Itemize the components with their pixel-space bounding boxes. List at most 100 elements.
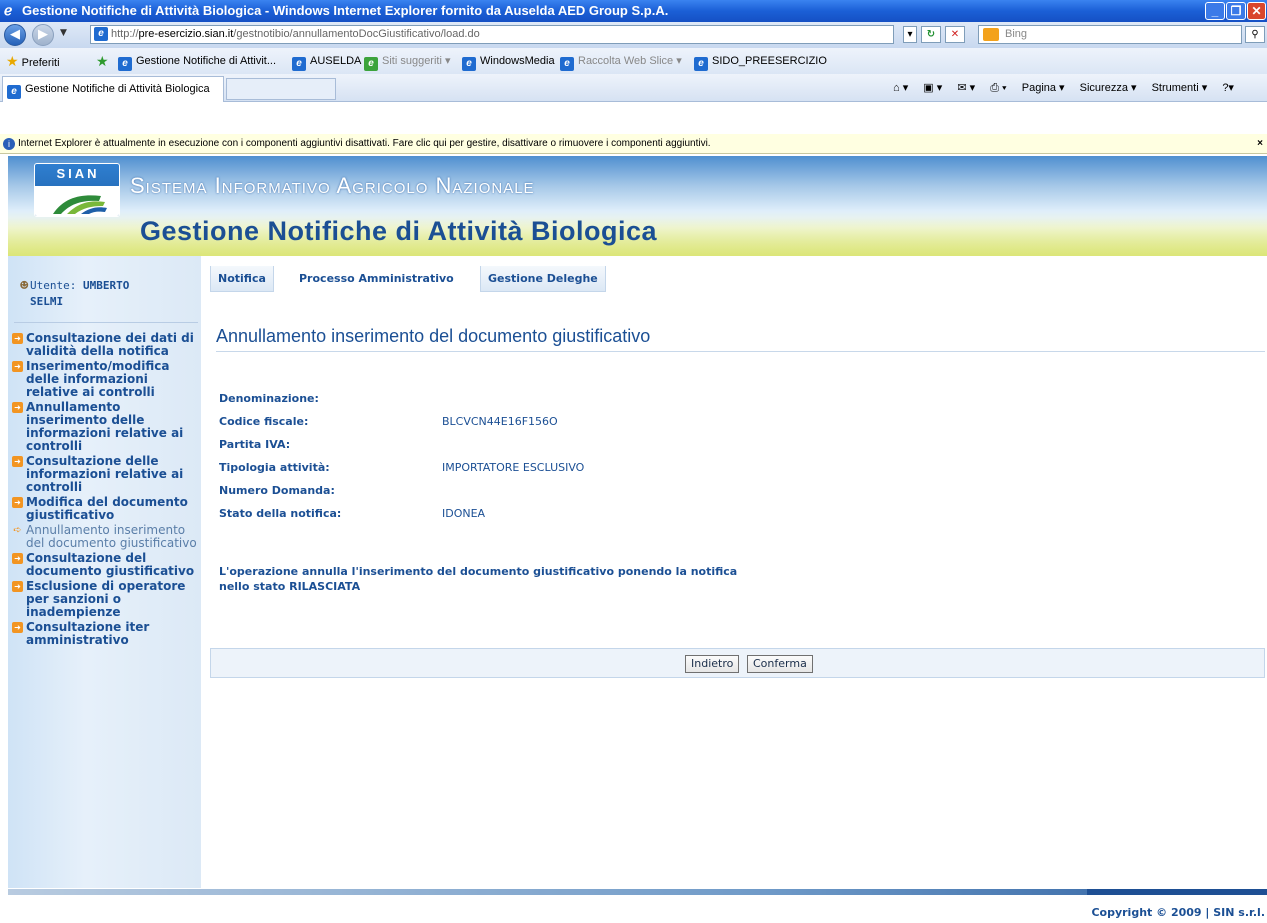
menu-item-label: Consultazione delle informazioni relativ…	[26, 454, 184, 494]
page-ie-icon: e	[94, 27, 108, 41]
ie-page-icon: e	[694, 57, 708, 71]
arrow-right-icon: ➜	[12, 456, 23, 467]
operation-note: L'operazione annulla l'inserimento del d…	[219, 565, 738, 593]
menu-item-iter-amministrativo[interactable]: ➜ Consultazione iter amministrativo	[12, 621, 201, 647]
mail-icon[interactable]: ✉ ▾	[957, 82, 975, 94]
back-button[interactable]: Indietro	[685, 655, 740, 673]
url-field[interactable]: e http://pre-esercizio.sian.it/gestnotib…	[90, 25, 894, 44]
field-label: Tipologia attività:	[219, 461, 330, 474]
user-name-last: SELMI	[30, 295, 64, 308]
menu-item-consultazione-dati[interactable]: ➜ Consultazione dei dati di validità dell…	[12, 332, 201, 358]
field-row-tipologia-attivita: Tipologia attività: IMPORTATORE ESCLUSIVO	[219, 458, 819, 478]
field-row-partita-iva: Partita IVA:	[219, 435, 819, 455]
menu-item-label: Annullamento inserimento delle informazi…	[26, 400, 184, 453]
url-domain: pre-esercizio.sian.it	[138, 28, 234, 40]
field-value: BLCVCN44E16F156O	[442, 415, 558, 428]
divider	[14, 322, 198, 323]
add-favorite-icon[interactable]: ★	[96, 48, 109, 74]
arrow-right-icon: ➜	[12, 402, 23, 413]
back-nav-button[interactable]: ◀	[4, 24, 26, 46]
ie-page-icon: e	[118, 57, 132, 71]
print-icon[interactable]: ⎙ ▾	[990, 82, 1006, 94]
minimize-button[interactable]: _	[1205, 2, 1225, 20]
arrow-right-icon: ➜	[12, 361, 23, 372]
menu-item-consultazione-documento[interactable]: ➜ Consultazione del documento giustificat…	[12, 552, 201, 578]
field-row-denominazione: Denominazione:	[219, 389, 819, 409]
user-info: ☻ Utente: UMBERTO SELMI	[20, 278, 200, 310]
web-page: SIAN Sistema Informativo Agricolo Nazion…	[8, 156, 1267, 923]
sian-logo: SIAN	[34, 163, 120, 217]
refresh-icon[interactable]: ↻	[921, 26, 941, 43]
command-bar: ⌂ ▾ ▣ ▾ ✉ ▾ ⎙ ▾ Pagina ▾ Sicurezza ▾ Str…	[893, 74, 1246, 102]
favorites-button[interactable]: ★ Preferiti	[6, 48, 60, 76]
menu-item-label: Consultazione iter amministrativo	[26, 620, 150, 647]
fav-item-web-slice[interactable]: e Raccolta Web Slice ▾	[560, 48, 682, 74]
menu-item-annullamento-controlli[interactable]: ➜ Annullamento inserimento delle informaz…	[12, 401, 201, 453]
arrow-right-icon: ➜	[12, 581, 23, 592]
field-row-stato-notifica: Stato della notifica: IDONEA	[219, 504, 819, 524]
fav-item-windowsmedia[interactable]: e WindowsMedia	[462, 48, 555, 74]
menu-item-esclusione-operatore[interactable]: ➜ Esclusione di operatore per sanzioni o …	[12, 580, 201, 619]
field-value: IDONEA	[442, 507, 486, 520]
home-icon[interactable]: ⌂ ▾	[893, 82, 908, 94]
address-toolbar: ◀ ▶ ▼ e http://pre-esercizio.sian.it/ges…	[0, 22, 1267, 48]
internet-explorer-icon: ℯ	[4, 2, 13, 18]
tab-active[interactable]: e Gestione Notifiche di Attività Biologic…	[2, 76, 224, 102]
history-dropdown-icon[interactable]: ▼	[60, 28, 67, 38]
security-menu[interactable]: Sicurezza ▾	[1080, 82, 1137, 94]
tools-menu[interactable]: Strumenti ▾	[1152, 82, 1208, 94]
side-menu: ➜ Consultazione dei dati di validità dell…	[12, 332, 201, 649]
url-path: /gestnotibio/annullamentoDocGiustificati…	[233, 28, 480, 40]
window-title: Gestione Notifiche di Attività Biologica…	[22, 3, 669, 18]
fav-item-label: WindowsMedia	[480, 55, 555, 67]
confirm-button[interactable]: Conferma	[747, 655, 813, 673]
menu-item-modifica-documento[interactable]: ➜ Modifica del documento giustificativo	[12, 496, 201, 522]
page-menu[interactable]: Pagina ▾	[1022, 82, 1065, 94]
field-label: Codice fiscale:	[219, 415, 309, 428]
close-window-button[interactable]: ✕	[1247, 2, 1266, 20]
fav-item-label: SIDO_PREESERCIZIO	[712, 55, 827, 67]
favorites-label: Preferiti	[21, 57, 60, 69]
tab-label: Gestione Notifiche di Attività Biologica	[25, 83, 210, 95]
window-title-bar: ℯ Gestione Notifiche di Attività Biologi…	[0, 0, 1267, 22]
tab-notifica[interactable]: Notifica	[210, 266, 274, 292]
logo-text: SIAN	[56, 166, 100, 181]
forward-nav-button[interactable]: ▶	[32, 24, 54, 46]
arrow-right-icon: ➜	[12, 333, 23, 344]
information-bar[interactable]: i Internet Explorer è attualmente in ese…	[0, 134, 1267, 154]
maximize-button[interactable]: ❐	[1226, 2, 1246, 20]
arrow-right-icon: ➪	[13, 525, 22, 536]
search-input[interactable]: Bing	[978, 25, 1242, 44]
ie-page-icon: e	[292, 57, 306, 71]
search-go-icon[interactable]: ⚲	[1245, 26, 1265, 43]
menu-item-label: Consultazione dei dati di validità della…	[26, 331, 194, 358]
ie-page-icon: e	[560, 57, 574, 71]
help-icon[interactable]: ?▾	[1222, 82, 1234, 94]
fav-item-sido[interactable]: e SIDO_PREESERCIZIO	[694, 48, 827, 74]
menu-item-label: Inserimento/modifica delle informazioni …	[26, 359, 170, 399]
fav-item-label: AUSELDA	[310, 55, 362, 67]
feeds-icon[interactable]: ▣ ▾	[923, 82, 942, 94]
infobar-close-icon[interactable]: ×	[1257, 134, 1263, 154]
infobar-text: Internet Explorer è attualmente in esecu…	[18, 138, 711, 149]
field-label: Numero Domanda:	[219, 484, 335, 497]
app-title: Gestione Notifiche di Attività Biologica	[140, 216, 658, 246]
action-bar: Indietro Conferma	[210, 648, 1265, 678]
url-dropdown-icon[interactable]: ▾	[903, 26, 917, 43]
menu-item-annullamento-documento[interactable]: ➪ Annullamento inserimento del documento …	[12, 524, 201, 550]
stop-icon[interactable]: ✕	[945, 26, 965, 43]
menu-item-consultazione-informazioni[interactable]: ➜ Consultazione delle informazioni relati…	[12, 455, 201, 494]
fav-item-label: Siti suggeriti ▾	[382, 55, 451, 67]
tab-gestione-deleghe[interactable]: Gestione Deleghe	[480, 266, 606, 292]
menu-item-inserimento-modifica[interactable]: ➜ Inserimento/modifica delle informazioni…	[12, 360, 201, 399]
star-icon: ★	[6, 53, 19, 69]
tab-processo-amministrativo[interactable]: Processo Amministrativo	[292, 266, 461, 292]
fav-item-gestione[interactable]: e Gestione Notifiche di Attivit...	[118, 48, 276, 74]
field-label: Stato della notifica:	[219, 507, 342, 520]
menu-item-label: Consultazione del documento giustificati…	[26, 551, 195, 578]
fav-item-auselda[interactable]: e AUSELDA	[292, 48, 361, 74]
menu-item-label: Esclusione di operatore per sanzioni o i…	[26, 579, 186, 619]
fav-item-siti-suggeriti[interactable]: e Siti suggeriti ▾	[364, 48, 451, 74]
new-tab-button[interactable]	[226, 78, 336, 100]
menu-item-label: Modifica del documento giustificativo	[26, 495, 188, 522]
